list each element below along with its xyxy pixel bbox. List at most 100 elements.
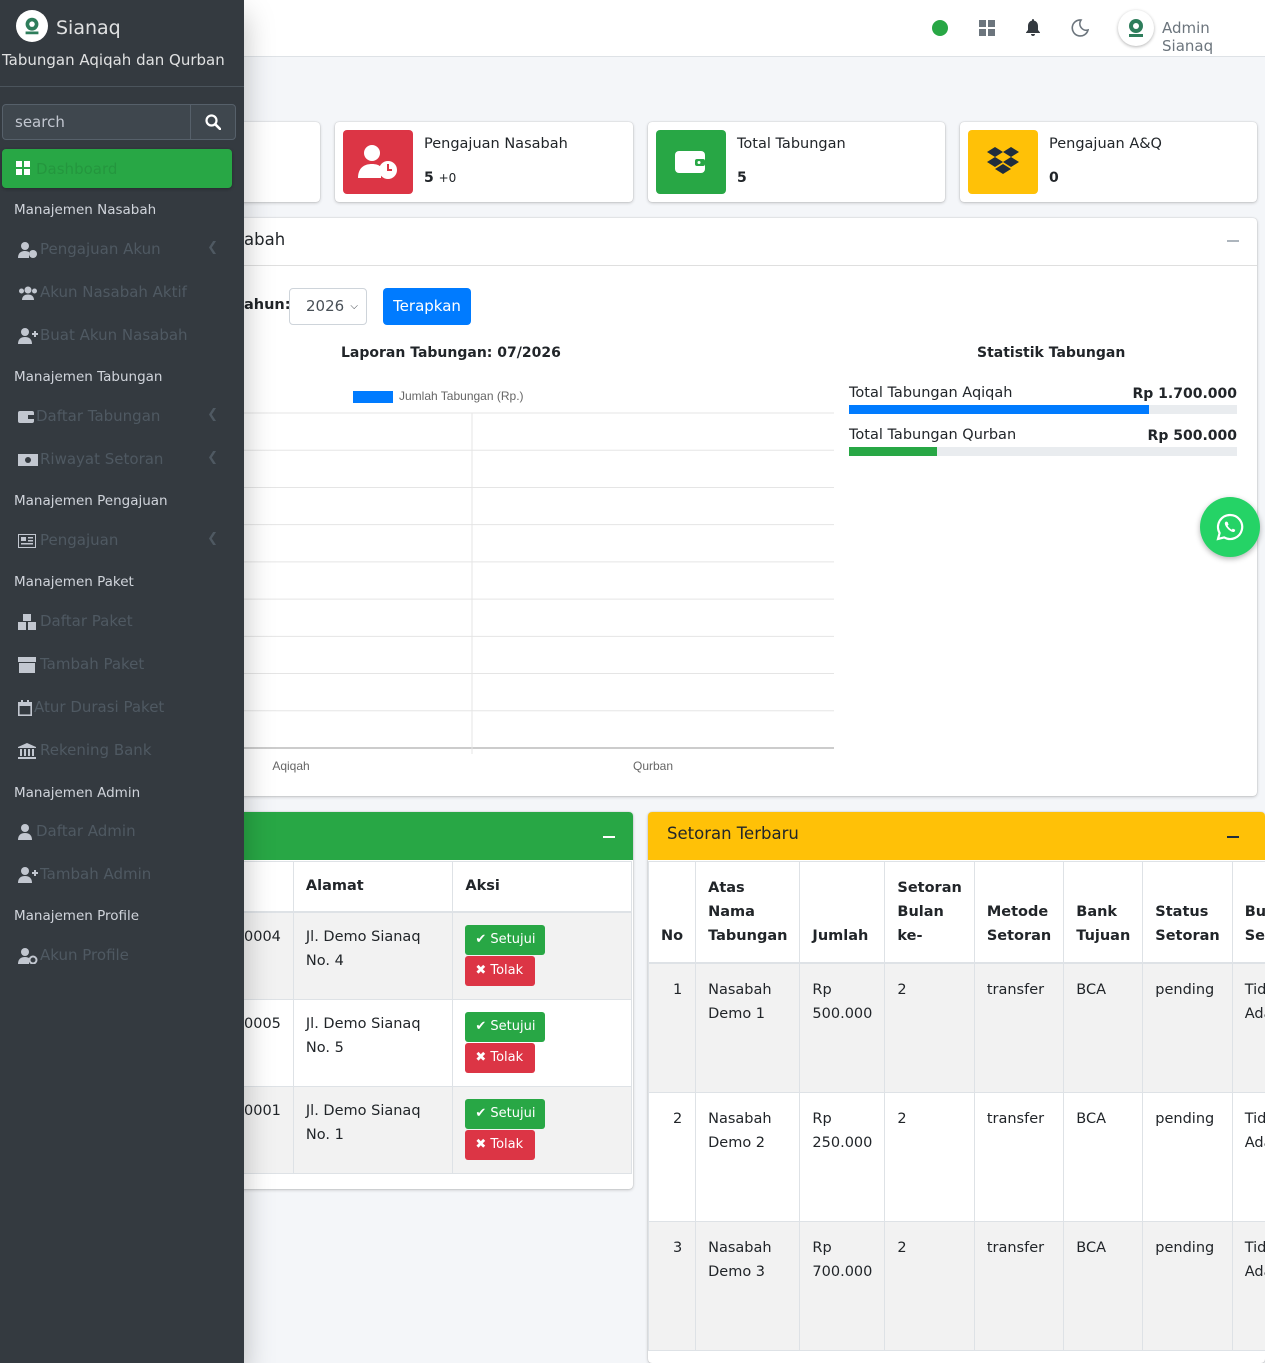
table-header: Status Setoran [1142, 861, 1233, 964]
user-times-icon: ✖ [475, 1136, 491, 1152]
sidebar-item-buat-akun-nasabah[interactable]: Buat Akun Nasabah [14, 324, 232, 348]
money-bill-icon [18, 451, 40, 469]
box-icon [18, 656, 40, 674]
reject-button[interactable]: ✖ Tolak [465, 1129, 536, 1160]
apply-button[interactable]: Terapkan [383, 288, 471, 325]
progress-value-qurban: Rp 500.000 [1147, 428, 1237, 444]
cell-alamat: Jl. Demo Sianaq No. 1 [292, 1085, 454, 1174]
cell-bukti: Tidak Ada [1231, 962, 1265, 1093]
sidebar-item-akun-profile[interactable]: Akun Profile [14, 944, 232, 968]
pengajuan-table: Alamat Aksi 0004 Jl. Demo Sianaq No. 4 ✔… [244, 861, 632, 1174]
cell-bulan: 2 [884, 962, 975, 1093]
cell-jumlah: Rp 700.000 [799, 1220, 886, 1351]
approve-button[interactable]: ✔ Setujui [465, 1011, 546, 1042]
table-header: Metode Setoran [973, 861, 1065, 964]
user-plus-icon [18, 327, 40, 345]
table-row: 3 Nasabah Demo 3 Rp 700.000 2 transfer B… [647, 1220, 1265, 1351]
sidebar-search-input[interactable]: search [2, 104, 191, 140]
reject-button[interactable]: ✖ Tolak [465, 955, 536, 986]
search-button[interactable] [190, 104, 236, 140]
collapse-icon[interactable] [1227, 836, 1239, 838]
table-header-row: Alamat Aksi [244, 861, 632, 913]
sidebar-item-label: Daftar Admin [36, 822, 136, 840]
sidebar-item-pengajuan-akun[interactable]: Pengajuan Akun ❮ [14, 238, 232, 262]
sidebar-item-tambah-paket[interactable]: Tambah Paket [14, 653, 232, 677]
cell-metode: transfer [973, 1220, 1065, 1351]
info-box-label: Pengajuan A&Q [1049, 136, 1162, 152]
cell-aksi: ✔ Setujui ✖ Tolak [452, 998, 632, 1087]
user-name[interactable]: Admin Sianaq [1162, 19, 1265, 55]
brand-logo[interactable] [16, 10, 48, 42]
collapse-icon[interactable] [1227, 240, 1239, 242]
chart-x-tick-label: Aqiqah [272, 759, 309, 773]
cell-bank: BCA [1063, 1091, 1144, 1222]
sidebar-item-label: Rekening Bank [40, 741, 152, 759]
user-clock-icon [18, 241, 40, 259]
table-header: Atas Nama Tabungan [695, 861, 801, 964]
approve-button[interactable]: ✔ Setujui [465, 924, 546, 955]
sidebar-item-label: Pengajuan [40, 531, 119, 549]
brand-name[interactable]: Sianaq [56, 17, 121, 39]
table-header: Jumlah [799, 861, 886, 964]
table-header: No [647, 861, 697, 964]
sidebar-item-daftar-admin[interactable]: Daftar Admin [14, 820, 232, 844]
cell-id: 0001 [244, 1085, 294, 1174]
report-card-header: abah [200, 218, 1257, 266]
user-times-icon: ✖ [475, 962, 491, 978]
collapse-icon[interactable] [603, 836, 615, 838]
nav-header-pengajuan: Manajemen Pengajuan [14, 493, 168, 509]
cell-status: pending [1142, 1220, 1233, 1351]
chart-legend-label: Jumlah Tabungan (Rp.) [399, 389, 524, 403]
sidebar-item-rekening-bank[interactable]: Rekening Bank [14, 739, 232, 763]
sidebar-item-dashboard[interactable]: Dashboard [2, 149, 232, 188]
cell-status: pending [1142, 962, 1233, 1093]
reject-button[interactable]: ✖ Tolak [465, 1042, 536, 1073]
cell-no: 2 [647, 1091, 697, 1222]
grid-icon[interactable] [977, 18, 997, 38]
info-box-label: Pengajuan Nasabah [424, 136, 568, 152]
progress-bar-qurban [849, 447, 1237, 456]
cell-aksi: ✔ Setujui ✖ Tolak [452, 911, 632, 1000]
sidebar-item-atur-durasi-paket[interactable]: Atur Durasi Paket [14, 696, 232, 720]
sidebar-item-daftar-paket[interactable]: Daftar Paket [14, 610, 232, 634]
nav-header-admin: Manajemen Admin [14, 785, 141, 801]
table-row: 0001 Jl. Demo Sianaq No. 1 ✔ Setujui ✖ T… [244, 1085, 632, 1174]
divider [0, 86, 244, 87]
cell-metode: transfer [973, 962, 1065, 1093]
moon-icon[interactable] [1070, 18, 1090, 38]
sidebar-item-pengajuan[interactable]: Pengajuan ❮ [14, 529, 232, 553]
report-card-title: abah [244, 230, 286, 249]
setoran-card-title: Setoran Terbaru [667, 824, 799, 843]
chevron-left-icon: ❮ [207, 240, 218, 255]
table-header: Bukti Setoran [1231, 861, 1265, 964]
approve-button[interactable]: ✔ Setujui [465, 1098, 546, 1129]
stat-title: Statistik Tabungan [977, 345, 1126, 361]
bell-icon[interactable] [1023, 18, 1043, 38]
table-header: Bank Tujuan [1063, 861, 1144, 964]
chevron-down-icon: ⌵ [350, 301, 358, 312]
nav-header-profile: Manajemen Profile [14, 908, 140, 924]
cell-alamat: Jl. Demo Sianaq No. 4 [292, 911, 454, 1000]
sidebar-item-daftar-tabungan[interactable]: Daftar Tabungan ❮ [14, 405, 232, 429]
whatsapp-button[interactable] [1200, 497, 1260, 557]
cell-nama: Nasabah Demo 3 [695, 1220, 801, 1351]
year-select[interactable]: 2026 ⌵ [289, 288, 367, 325]
user-plus-icon [18, 866, 40, 884]
user-cog-icon [18, 947, 40, 965]
whatsapp-icon [1216, 513, 1244, 541]
info-box-value: 5 +0 [424, 170, 457, 186]
setoran-table: No Atas Nama Tabungan Jumlah Setoran Bul… [647, 861, 1265, 1351]
progress-fill-aqiqah [849, 405, 1149, 414]
sidebar-item-akun-nasabah-aktif[interactable]: Akun Nasabah Aktif [14, 281, 232, 305]
sidebar-item-label: Daftar Tabungan [36, 407, 161, 425]
sidebar-item-label: Atur Durasi Paket [34, 698, 165, 716]
user-avatar[interactable] [1118, 10, 1154, 46]
sidebar-item-riwayat-setoran[interactable]: Riwayat Setoran ❮ [14, 448, 232, 472]
table-header-alamat: Alamat [292, 861, 454, 913]
chevron-left-icon: ❮ [207, 450, 218, 465]
cell-no: 1 [647, 962, 697, 1093]
sidebar-item-tambah-admin[interactable]: Tambah Admin [14, 863, 232, 887]
table-row: 0004 Jl. Demo Sianaq No. 4 ✔ Setujui ✖ T… [244, 911, 632, 1000]
sidebar-item-label: Akun Profile [40, 946, 129, 964]
sidebar-item-label: Akun Nasabah Aktif [40, 283, 187, 301]
